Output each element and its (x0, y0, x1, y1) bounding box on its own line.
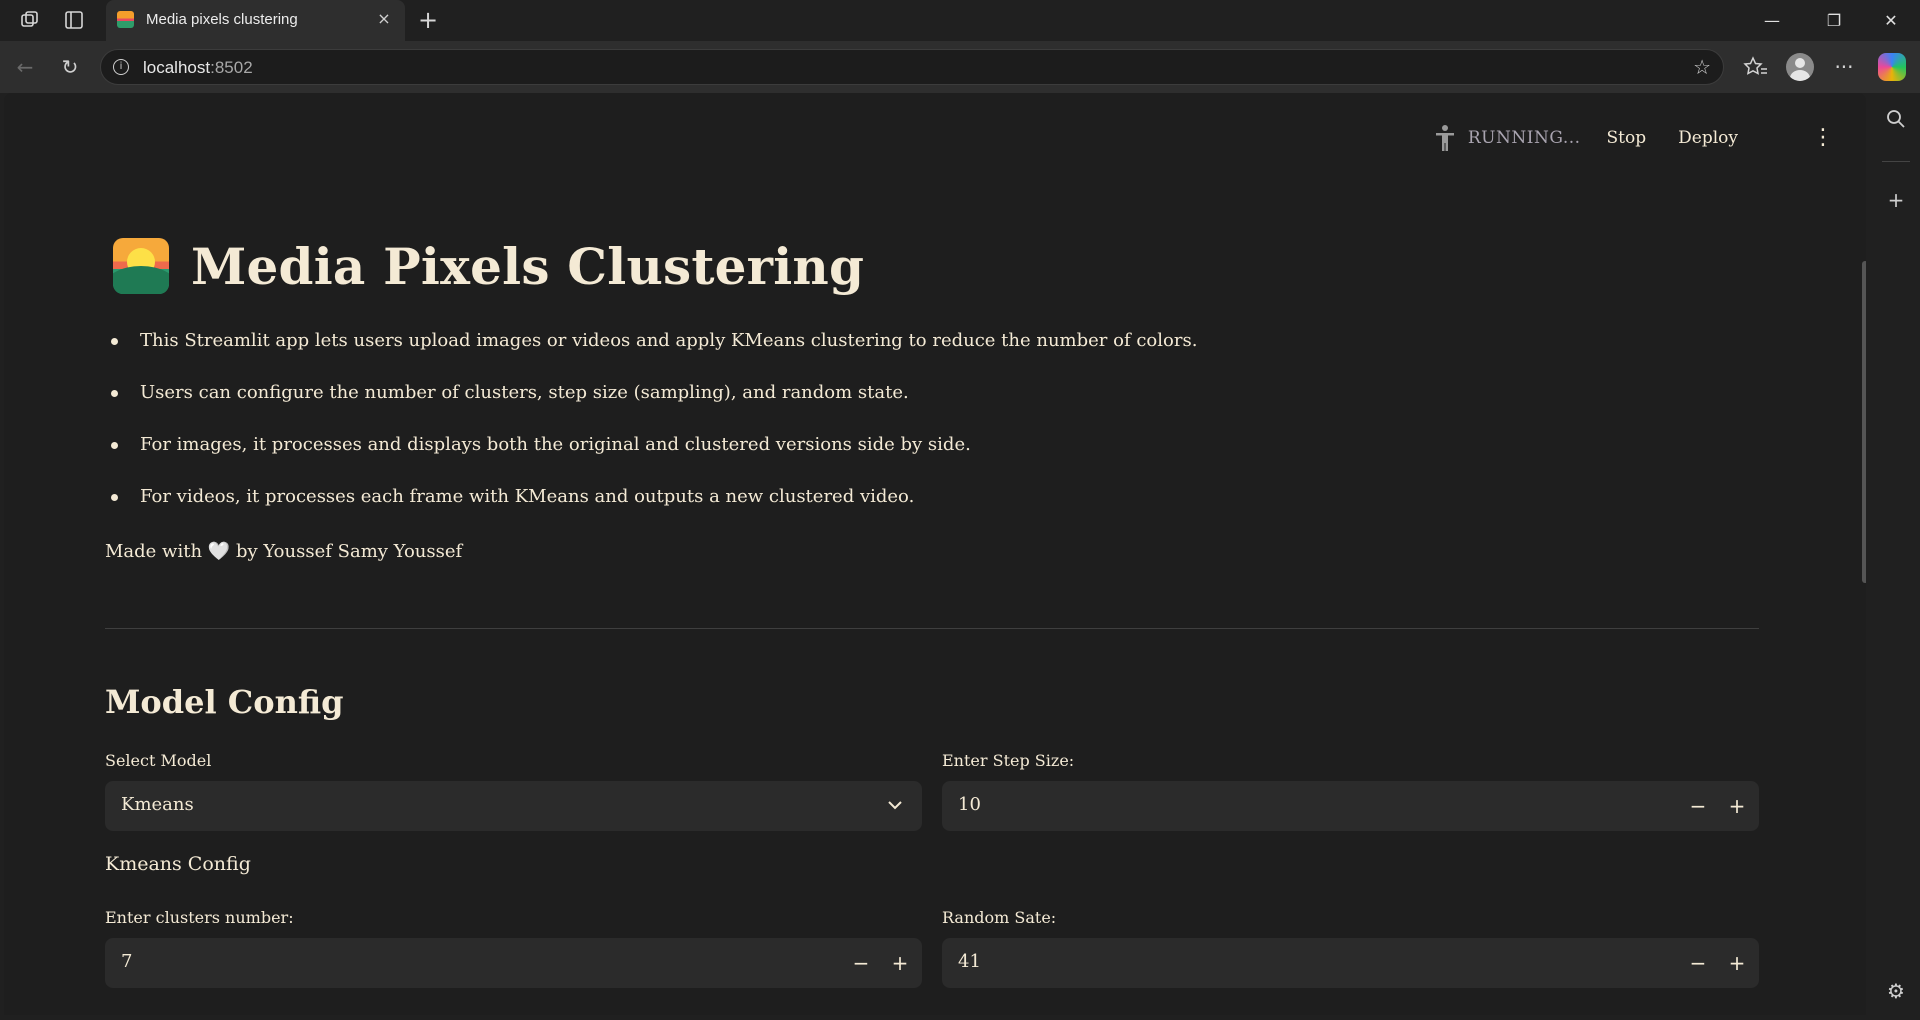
random-state-label: Random Sate: (942, 908, 1057, 927)
favorites-icon[interactable] (1742, 53, 1770, 81)
minimize-icon[interactable]: — (1749, 0, 1795, 41)
add-icon[interactable]: + (1884, 188, 1908, 212)
close-window-icon[interactable]: ✕ (1868, 0, 1914, 41)
site-info-icon[interactable]: i (113, 59, 129, 75)
step-size-decrement-button[interactable]: − (1685, 793, 1711, 819)
stop-button[interactable]: Stop (1607, 128, 1647, 148)
page-title: Media Pixels Clustering (191, 236, 865, 296)
chevron-down-icon (886, 793, 904, 817)
favorite-star-icon[interactable]: ☆ (1693, 55, 1711, 79)
credit-line: Made with 🤍 by Youssef Samy Youssef (105, 541, 463, 562)
step-size-increment-button[interactable]: + (1724, 793, 1750, 819)
browser-sidebar: + ⚙ (1872, 93, 1920, 1020)
profile-avatar[interactable] (1786, 53, 1814, 81)
random-state-increment-button[interactable]: + (1724, 950, 1750, 976)
list-item: For images, it processes and displays bo… (105, 432, 1197, 484)
sidebar-divider (1882, 161, 1910, 162)
list-item: For videos, it processes each frame with… (105, 484, 1197, 536)
step-size-label: Enter Step Size: (942, 751, 1075, 770)
random-state-value: 41 (958, 951, 981, 972)
clusters-increment-button[interactable]: + (887, 950, 913, 976)
back-icon[interactable]: ← (12, 54, 38, 80)
clusters-decrement-button[interactable]: − (848, 950, 874, 976)
tab-media-pixels-clustering[interactable]: Media pixels clustering × (106, 0, 405, 41)
heart-icon: 🤍 (207, 541, 231, 562)
more-options-icon[interactable]: ··· (1830, 53, 1858, 81)
url-bar[interactable]: i localhost:8502 ☆ (100, 49, 1724, 85)
tab-title: Media pixels clustering (146, 11, 298, 28)
model-select-value: Kmeans (121, 794, 194, 815)
sunrise-emoji-icon (113, 238, 169, 294)
url-text[interactable]: localhost:8502 (143, 58, 253, 78)
step-size-input[interactable]: 10 − + (942, 781, 1759, 831)
new-tab-icon[interactable]: + (414, 6, 442, 34)
workspaces-icon[interactable] (19, 9, 41, 31)
description-list: This Streamlit app lets users upload ima… (105, 328, 1197, 536)
search-icon[interactable] (1884, 107, 1908, 131)
main-menu-icon[interactable]: ⋮ (1812, 123, 1834, 153)
section-title: Model Config (105, 683, 344, 721)
random-state-decrement-button[interactable]: − (1685, 950, 1711, 976)
list-item: Users can configure the number of cluste… (105, 380, 1197, 432)
random-state-input[interactable]: 41 − + (942, 938, 1759, 988)
tab-favicon-icon (117, 11, 134, 28)
page-title-row: Media Pixels Clustering (113, 236, 864, 296)
maximize-icon[interactable]: ❐ (1811, 0, 1857, 41)
select-model-label: Select Model (105, 751, 212, 770)
deploy-button[interactable]: Deploy (1678, 128, 1738, 148)
model-select[interactable]: Kmeans (105, 781, 922, 831)
list-item: This Streamlit app lets users upload ima… (105, 328, 1197, 380)
settings-icon[interactable]: ⚙ (1884, 979, 1908, 1003)
streamlit-header: RUNNING... Stop Deploy ⋮ (1432, 123, 1834, 153)
step-size-value: 10 (958, 794, 981, 815)
browser-tab-bar: Media pixels clustering × + — ❐ ✕ (0, 0, 1920, 41)
copilot-icon[interactable] (1878, 53, 1906, 81)
running-status: RUNNING... (1467, 128, 1581, 148)
refresh-icon[interactable]: ↻ (57, 54, 83, 80)
clusters-label: Enter clusters number: (105, 908, 294, 927)
vertical-tabs-icon[interactable] (63, 9, 85, 31)
clusters-input[interactable]: 7 − + (105, 938, 922, 988)
scrollbar[interactable] (1862, 261, 1866, 583)
page-viewport: RUNNING... Stop Deploy ⋮ Media Pixels Cl… (4, 93, 1866, 1015)
divider (105, 628, 1759, 629)
close-tab-icon[interactable]: × (373, 8, 395, 30)
kmeans-config-label: Kmeans Config (105, 853, 251, 875)
clusters-value: 7 (121, 951, 133, 972)
address-toolbar: ← ↻ i localhost:8502 ☆ ··· (0, 41, 1920, 93)
running-man-icon (1432, 123, 1458, 153)
